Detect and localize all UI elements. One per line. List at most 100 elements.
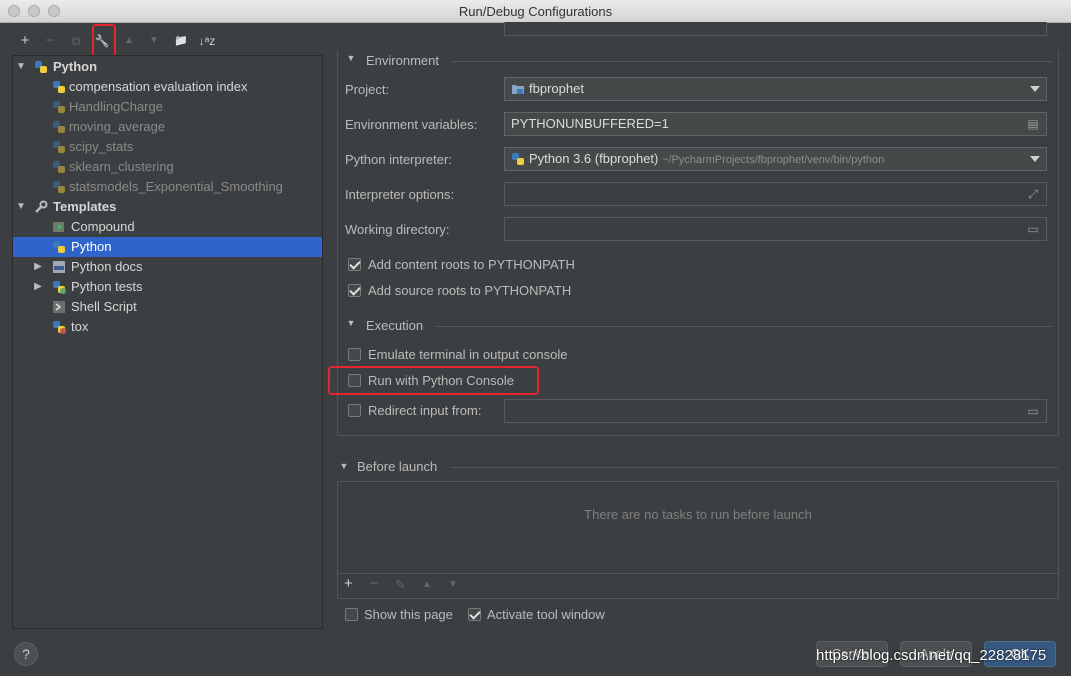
tree-item-template[interactable]: ▶ Python docs [13,257,322,277]
before-launch-list: There are no tasks to run before launch … [337,481,1059,599]
tree-group-python[interactable]: ▼ Python [13,57,322,77]
chevron-down-icon [1030,86,1040,92]
window-title: Run/Debug Configurations [458,4,613,19]
show-page-checkbox[interactable] [345,608,358,621]
expand-icon[interactable]: ⤢ [1026,187,1040,201]
python-icon [53,181,65,193]
run-debug-configurations-window: Run/Debug Configurations + − ⧉ 🔧 ▲ ▼ 📁 ↓… [0,0,1071,676]
tree-label: sklearn_clustering [69,159,174,174]
shell-script-icon [53,301,65,313]
before-launch-empty-text: There are no tasks to run before launch [584,507,812,522]
section-divider [436,326,1052,327]
browse-folder-icon[interactable]: ▭ [1026,404,1040,418]
add-config-button[interactable]: + [14,30,36,52]
tree-item-python-config[interactable]: scipy_stats [13,137,322,157]
tree-item-template[interactable]: Compound [13,217,322,237]
interpreter-value: Python 3.6 (fbprophet) [529,151,659,166]
source-roots-checkbox[interactable] [348,284,361,297]
compound-icon [53,222,64,232]
section-divider [452,61,1052,62]
before-launch-header: Before launch [357,459,438,474]
browse-folder-icon[interactable]: ▭ [1026,222,1040,236]
chevron-down-icon [1030,156,1040,162]
wrench-icon [35,200,48,213]
source-roots-label: Add source roots to PYTHONPATH [368,283,572,298]
interpreter-combo[interactable]: Python 3.6 (fbprophet) ~/PycharmProjects… [504,147,1047,171]
interp-options-field[interactable]: ⤢ [504,182,1047,206]
folder-button[interactable]: 📁 [170,30,192,52]
interpreter-label: Python interpreter: [345,152,452,167]
tree-label: Python docs [71,259,143,274]
rst-docs-icon [53,261,65,273]
script-path-field-partial[interactable] [504,22,1047,36]
watermark-text: https://blog.csdn.net/qq_22828175 [816,647,1047,664]
environment-collapse-icon[interactable]: ▼ [346,53,356,63]
collapsed-arrow-icon[interactable]: ▶ [33,257,43,277]
tree-item-template-selected[interactable]: Python [13,237,322,257]
tree-label: moving_average [69,119,166,134]
tree-label: scipy_stats [69,139,134,154]
activate-tool-window-label: Activate tool window [487,607,605,622]
tree-item-python-config[interactable]: moving_average [13,117,322,137]
tree-item-python-config[interactable]: statsmodels_Exponential_Smoothing [13,177,322,197]
expanded-arrow-icon[interactable]: ▼ [16,57,26,77]
interp-options-label: Interpreter options: [345,187,455,202]
highlight-run-console-box [328,366,539,395]
show-page-label: Show this page [364,607,453,622]
add-task-button[interactable]: + [344,575,353,592]
env-vars-field[interactable]: PYTHONUNBUFFERED=1 ▤ [504,112,1047,136]
copy-config-button[interactable]: ⧉ [65,30,87,52]
sort-button[interactable]: ↓ᵃz [196,30,218,52]
edit-task-button[interactable]: ✎ [395,577,406,593]
env-vars-value: PYTHONUNBUFFERED=1 [511,116,669,131]
edit-document-icon[interactable]: ▤ [1026,117,1040,131]
before-launch-toolbar: + − ✎ ▲ ▼ [338,573,1058,598]
emulate-terminal-checkbox[interactable] [348,348,361,361]
tree-group-templates[interactable]: ▼ Templates [13,197,322,217]
redirect-input-checkbox[interactable] [348,404,361,417]
remove-task-button[interactable]: − [370,575,379,592]
tree-item-python-config[interactable]: HandlingCharge [13,97,322,117]
tree-item-template[interactable]: tox [13,317,322,337]
remove-config-button[interactable]: − [39,30,61,52]
config-toolbar: + − ⧉ 🔧 ▲ ▼ 📁 ↓ᵃz [12,30,324,52]
redirect-input-field[interactable]: ▭ [504,399,1047,423]
help-button[interactable]: ? [14,642,38,666]
tree-label: Shell Script [71,299,137,314]
expanded-arrow-icon[interactable]: ▼ [16,197,26,217]
project-folder-icon [512,85,524,94]
project-label: Project: [345,82,390,97]
before-launch-collapse-icon[interactable]: ▼ [339,461,349,471]
content-roots-label: Add content roots to PYTHONPATH [368,257,575,272]
tree-item-python-config[interactable]: sklearn_clustering [13,157,322,177]
python-icon [35,61,47,73]
python-icon [512,153,524,165]
tree-label: statsmodels_Exponential_Smoothing [69,179,283,194]
config-tree: ▼ Python compensation evaluation index H… [12,55,323,629]
python-icon [53,241,65,253]
content-roots-checkbox[interactable] [348,258,361,271]
collapsed-arrow-icon[interactable]: ▶ [33,277,43,297]
project-combo[interactable]: fbprophet [504,77,1047,101]
move-down-button[interactable]: ▼ [143,30,165,52]
python-icon [53,141,65,153]
execution-collapse-icon[interactable]: ▼ [346,318,356,328]
move-up-button[interactable]: ▲ [118,30,140,52]
python-icon [53,81,65,93]
tree-item-template[interactable]: ▶ Python tests [13,277,322,297]
project-value: fbprophet [529,81,584,96]
tree-label: Python [53,59,98,74]
python-icon [53,101,65,113]
move-task-down-button[interactable]: ▼ [448,579,458,590]
python-icon [53,161,65,173]
tree-label: Compound [71,219,135,234]
title-bar: Run/Debug Configurations [0,0,1071,23]
python-tests-icon [53,281,66,294]
tree-label: HandlingCharge [69,99,163,114]
move-task-up-button[interactable]: ▲ [422,579,432,590]
activate-tool-window-checkbox[interactable] [468,608,481,621]
tree-item-python-config[interactable]: compensation evaluation index [13,77,322,97]
tree-label: Templates [53,199,117,214]
working-dir-field[interactable]: ▭ [504,217,1047,241]
tree-item-template[interactable]: Shell Script [13,297,322,317]
